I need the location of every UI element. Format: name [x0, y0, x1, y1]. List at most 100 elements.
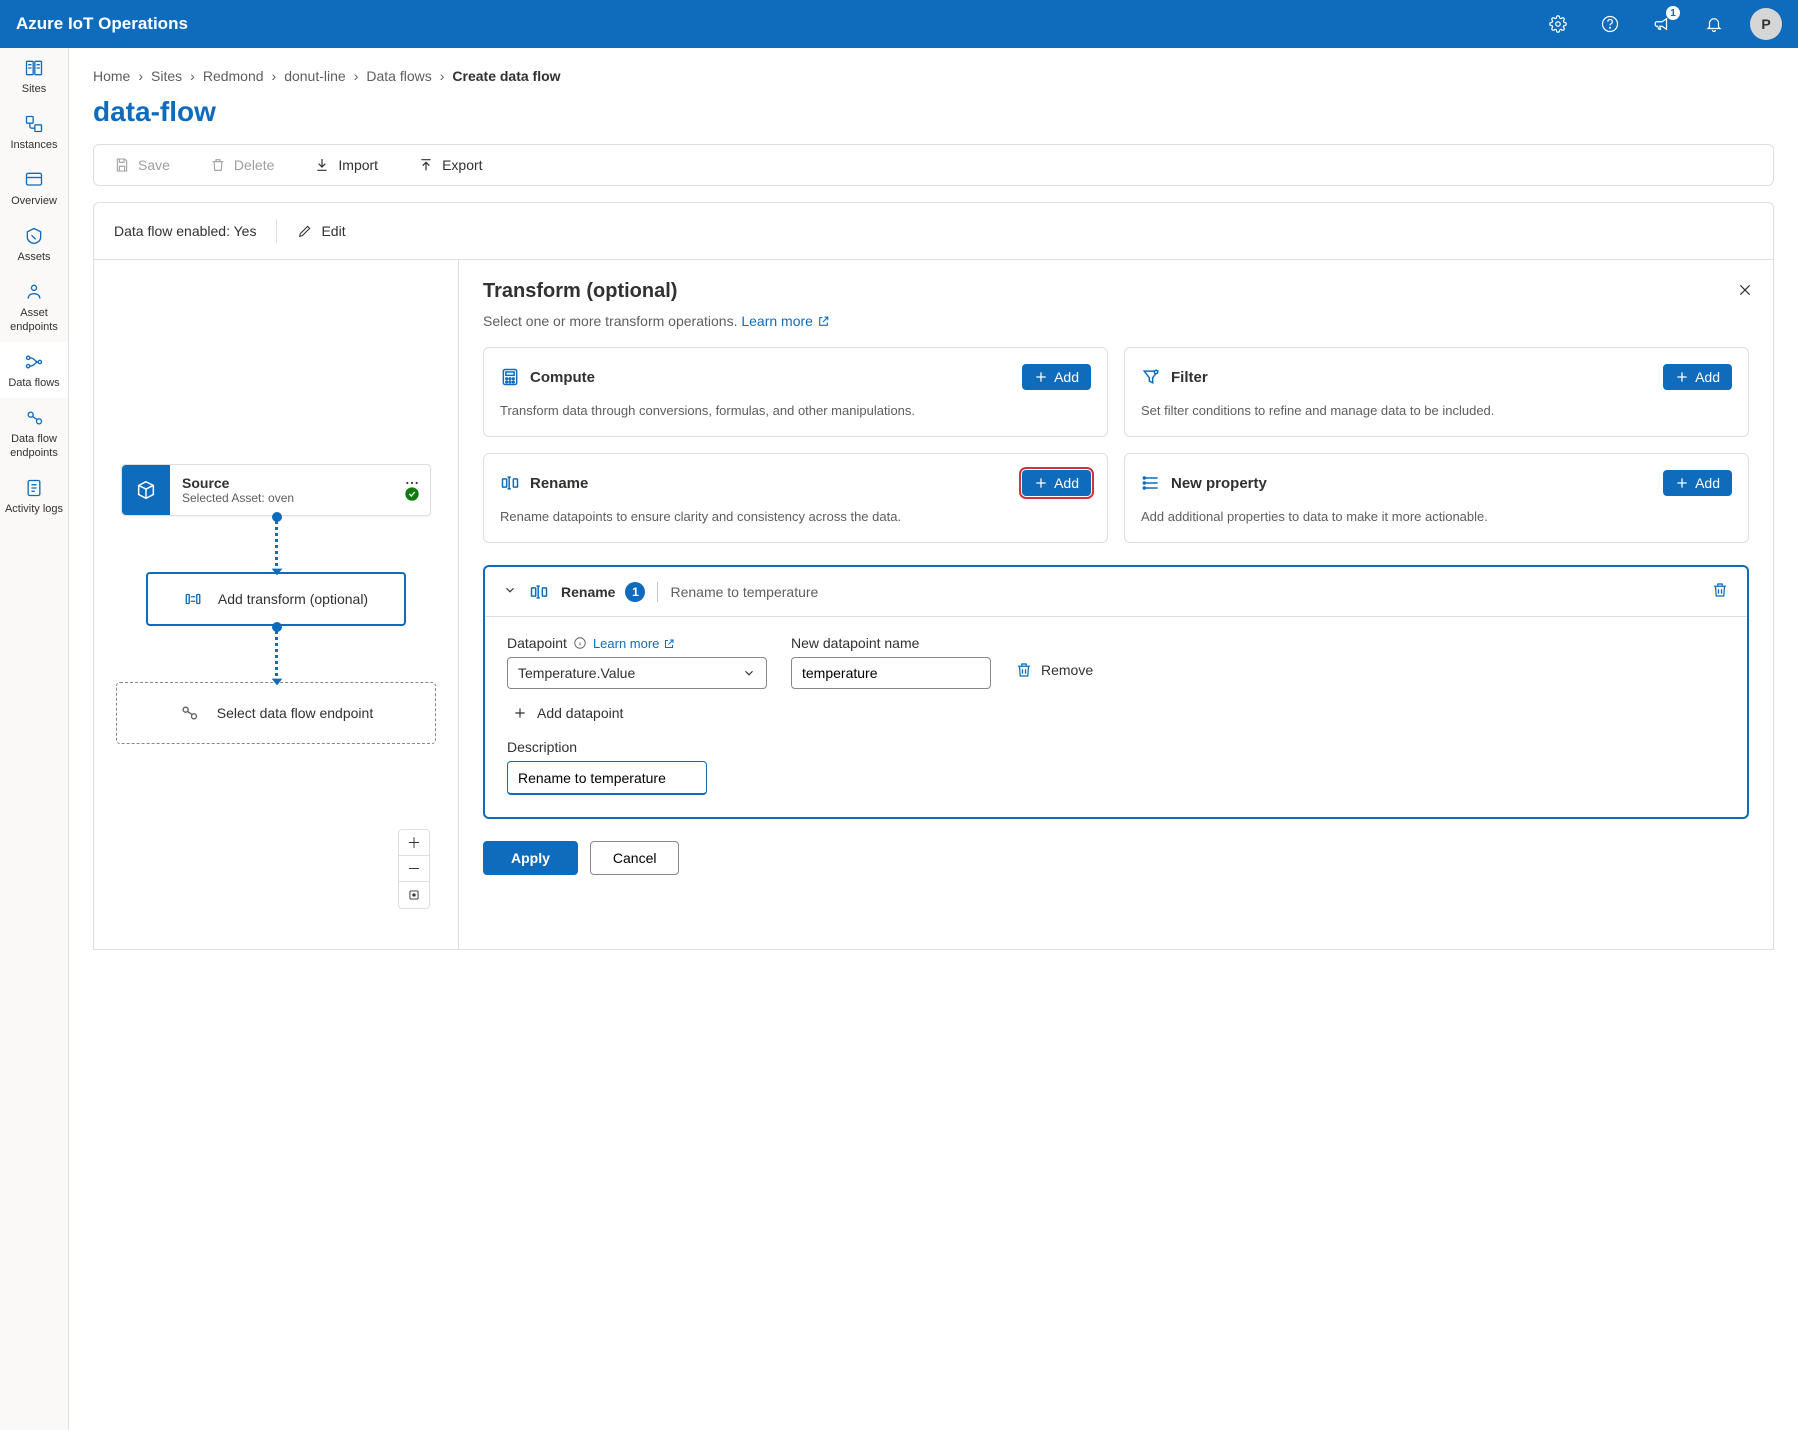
description-input[interactable]	[518, 770, 696, 786]
card-filter: Filter Add Set filter conditions to refi…	[1124, 347, 1749, 437]
header-actions: 1 P	[1542, 8, 1782, 40]
asset-endpoints-icon	[24, 282, 44, 302]
export-icon	[418, 157, 434, 173]
sidebar-item-overview[interactable]: Overview	[0, 160, 68, 216]
activity-logs-icon	[24, 478, 44, 498]
rename-config-panel: Rename 1 Rename to temperature	[483, 565, 1749, 819]
help-button[interactable]	[1594, 8, 1626, 40]
card-title: Compute	[530, 369, 595, 386]
flow-node-endpoint[interactable]: Select data flow endpoint	[116, 682, 436, 744]
new-name-input-wrap	[791, 657, 991, 689]
zoom-fit-button[interactable]	[399, 882, 429, 908]
flow-node-source[interactable]: Source Selected Asset: oven	[121, 464, 431, 516]
feedback-button[interactable]: 1	[1646, 8, 1678, 40]
data-flows-icon	[24, 352, 44, 372]
learn-more-link[interactable]: Learn more	[741, 313, 829, 329]
avatar[interactable]: P	[1750, 8, 1782, 40]
assets-icon	[24, 226, 44, 246]
sidebar-item-instances[interactable]: Instances	[0, 104, 68, 160]
add-compute-button[interactable]: Add	[1022, 364, 1091, 390]
sidebar-item-data-flows[interactable]: Data flows	[0, 342, 68, 398]
transform-icon	[184, 590, 202, 608]
description-input-wrap	[507, 761, 707, 795]
rename-label: Rename	[561, 584, 615, 600]
card-title: Rename	[530, 475, 588, 492]
flow-canvas[interactable]: Source Selected Asset: oven	[94, 260, 459, 949]
add-new-property-button[interactable]: Add	[1663, 470, 1732, 496]
overview-icon	[24, 170, 44, 190]
export-button[interactable]: Export	[418, 157, 482, 173]
notifications-button[interactable]	[1698, 8, 1730, 40]
save-icon	[114, 157, 130, 173]
trash-icon	[1015, 661, 1033, 679]
zoom-out-button[interactable]: －	[399, 856, 429, 882]
check-circle-icon	[404, 486, 420, 502]
sidebar-label: Instances	[10, 138, 57, 152]
panel-subtitle: Select one or more transform operations.…	[483, 313, 1749, 329]
transform-panel: Transform (optional) Select one or more …	[459, 260, 1773, 949]
trash-icon	[1711, 581, 1729, 599]
crumb-home[interactable]: Home	[93, 68, 130, 84]
sidebar-item-assets[interactable]: Assets	[0, 216, 68, 272]
import-button[interactable]: Import	[314, 157, 378, 173]
crumb-current: Create data flow	[452, 68, 560, 84]
remove-datapoint-button[interactable]: Remove	[1015, 661, 1725, 679]
add-filter-button[interactable]: Add	[1663, 364, 1732, 390]
learn-more-datapoint-link[interactable]: Learn more	[593, 636, 675, 651]
app-header: Azure IoT Operations 1 P	[0, 0, 1798, 48]
crumb-sites[interactable]: Sites	[151, 68, 182, 84]
new-name-label: New datapoint name	[791, 635, 991, 651]
add-datapoint-button[interactable]: Add datapoint	[513, 705, 1725, 721]
sidebar-item-data-flow-endpoints[interactable]: Data flow endpoints	[0, 398, 68, 468]
sidebar-item-sites[interactable]: Sites	[0, 48, 68, 104]
card-title: Filter	[1171, 369, 1208, 386]
card-rename: Rename Add Rename datapoints to ensure c…	[483, 453, 1108, 543]
filter-icon	[1141, 367, 1161, 387]
crumb-redmond[interactable]: Redmond	[203, 68, 264, 84]
close-icon	[1737, 282, 1753, 298]
plus-icon	[1675, 370, 1689, 384]
datapoint-select[interactable]: Temperature.Value	[507, 657, 767, 689]
feedback-badge: 1	[1666, 6, 1680, 20]
edit-button[interactable]: Edit	[297, 223, 345, 239]
app-title: Azure IoT Operations	[16, 14, 188, 34]
instances-icon	[24, 114, 44, 134]
collapse-toggle[interactable]	[503, 583, 517, 600]
arrow-down-icon	[269, 562, 285, 578]
info-icon	[573, 636, 587, 650]
sidebar-item-asset-endpoints[interactable]: Asset endpoints	[0, 272, 68, 342]
sites-icon	[24, 58, 44, 78]
sidebar-label: Data flow endpoints	[4, 432, 64, 460]
crumb-donut-line[interactable]: donut-line	[284, 68, 346, 84]
save-button: Save	[114, 157, 170, 173]
breadcrumb: Home› Sites› Redmond› donut-line› Data f…	[93, 48, 1774, 96]
chevron-down-icon	[503, 583, 517, 597]
new-name-input[interactable]	[802, 665, 980, 681]
bell-icon	[1705, 15, 1723, 33]
cancel-button[interactable]: Cancel	[590, 841, 680, 875]
side-nav: Sites Instances Overview Assets Asset en…	[0, 48, 69, 1430]
flow-node-transform[interactable]: Add transform (optional)	[146, 572, 406, 626]
zoom-in-button[interactable]: ＋	[399, 830, 429, 856]
node-title: Source	[182, 475, 418, 491]
node-subtitle: Selected Asset: oven	[182, 491, 418, 505]
card-desc: Add additional properties to data to mak…	[1141, 508, 1732, 526]
pencil-icon	[297, 223, 313, 239]
apply-button[interactable]: Apply	[483, 841, 578, 875]
plus-icon	[513, 706, 527, 720]
plus-icon	[1034, 370, 1048, 384]
card-desc: Set filter conditions to refine and mana…	[1141, 402, 1732, 420]
sidebar-item-activity-logs[interactable]: Activity logs	[0, 468, 68, 524]
add-rename-button[interactable]: Add	[1022, 470, 1091, 496]
toolbar: Save Delete Import Export	[93, 144, 1774, 186]
chevron-down-icon	[742, 666, 756, 680]
crumb-data-flows[interactable]: Data flows	[366, 68, 431, 84]
sidebar-label: Asset endpoints	[4, 306, 64, 334]
delete-rename-block-button[interactable]	[1711, 581, 1729, 602]
gear-icon	[1549, 15, 1567, 33]
rename-summary: Rename to temperature	[670, 584, 1699, 600]
close-panel-button[interactable]	[1737, 282, 1753, 301]
settings-button[interactable]	[1542, 8, 1574, 40]
status-row: Data flow enabled: Yes Edit	[93, 202, 1774, 260]
delete-button: Delete	[210, 157, 274, 173]
